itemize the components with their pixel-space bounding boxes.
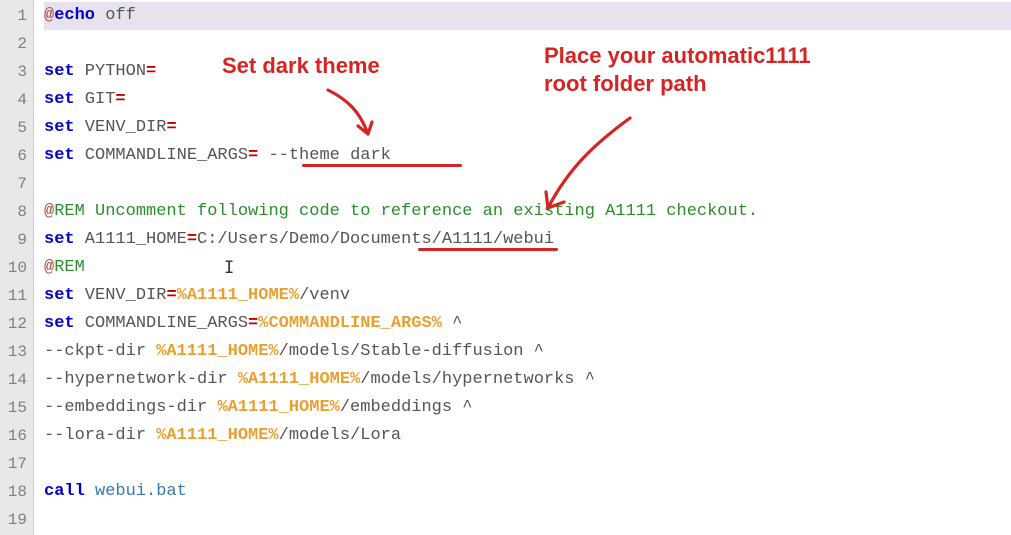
line-number: 1 [0, 2, 33, 30]
code-editor: 12345678910111213141516171819 @echo off … [0, 0, 1011, 535]
code-token: REM [54, 258, 85, 277]
code-token: C:/Users/Demo/Documents/A1111/webui [197, 230, 554, 249]
code-token: REM Uncomment following code to referenc… [54, 202, 758, 221]
code-line[interactable]: set COMMANDLINE_ARGS=%COMMANDLINE_ARGS% … [44, 310, 1011, 338]
line-number: 4 [0, 86, 33, 114]
code-line[interactable]: set COMMANDLINE_ARGS= --theme dark [44, 142, 1011, 170]
code-token: %A1111_HOME% [177, 286, 299, 305]
code-token: set [44, 62, 75, 81]
code-token: @ [44, 258, 54, 277]
code-token: VENV_DIR [75, 118, 167, 137]
line-number: 10 [0, 254, 33, 282]
code-token: %COMMANDLINE_ARGS% [258, 314, 442, 333]
code-token: --lora-dir [44, 426, 156, 445]
code-line[interactable]: --ckpt-dir %A1111_HOME%/models/Stable-di… [44, 338, 1011, 366]
code-line[interactable]: set PYTHON= [44, 58, 1011, 86]
code-token: set [44, 118, 75, 137]
code-token: VENV_DIR [75, 286, 167, 305]
code-token: off [95, 6, 136, 25]
code-token: @ [44, 6, 54, 25]
code-line[interactable] [44, 450, 1011, 478]
code-token: %A1111_HOME% [217, 398, 339, 417]
code-area[interactable]: @echo off set PYTHON=set GIT=set VENV_DI… [34, 0, 1011, 535]
line-number: 9 [0, 226, 33, 254]
line-number: 12 [0, 310, 33, 338]
code-token: = [115, 90, 125, 109]
code-line[interactable]: @REM Uncomment following code to referen… [44, 198, 1011, 226]
code-line[interactable]: --lora-dir %A1111_HOME%/models/Lora [44, 422, 1011, 450]
line-number-gutter: 12345678910111213141516171819 [0, 0, 34, 535]
code-line[interactable]: set VENV_DIR= [44, 114, 1011, 142]
line-number: 5 [0, 114, 33, 142]
code-line[interactable]: call webui.bat [44, 478, 1011, 506]
code-token: /models/Lora [279, 426, 401, 445]
code-line[interactable]: --embeddings-dir %A1111_HOME%/embeddings… [44, 394, 1011, 422]
code-token: = [146, 62, 156, 81]
code-line[interactable]: set VENV_DIR=%A1111_HOME%/venv [44, 282, 1011, 310]
code-token: set [44, 314, 75, 333]
code-token: = [248, 314, 258, 333]
line-number: 11 [0, 282, 33, 310]
line-number: 16 [0, 422, 33, 450]
line-number: 17 [0, 450, 33, 478]
code-line[interactable]: set GIT= [44, 86, 1011, 114]
code-line[interactable] [44, 30, 1011, 58]
code-token: set [44, 286, 75, 305]
code-token: COMMANDLINE_ARGS [75, 314, 248, 333]
code-token: --ckpt-dir [44, 342, 156, 361]
code-line[interactable]: @echo off [44, 2, 1011, 30]
line-number: 2 [0, 30, 33, 58]
code-token: /venv [299, 286, 350, 305]
code-token: /models/hypernetworks ^ [360, 370, 595, 389]
code-token: = [187, 230, 197, 249]
code-token: GIT [75, 90, 116, 109]
code-token: --embeddings-dir [44, 398, 217, 417]
line-number: 18 [0, 478, 33, 506]
code-token: A1111_HOME [75, 230, 187, 249]
line-number: 15 [0, 394, 33, 422]
code-token: = [248, 146, 258, 165]
code-token: set [44, 90, 75, 109]
code-token: echo [54, 6, 95, 25]
line-number: 3 [0, 58, 33, 86]
code-line[interactable] [44, 170, 1011, 198]
line-number: 13 [0, 338, 33, 366]
code-token: = [166, 118, 176, 137]
code-line[interactable]: @REM [44, 254, 1011, 282]
code-token: --theme dark [258, 146, 391, 165]
code-token: COMMANDLINE_ARGS [75, 146, 248, 165]
code-token: webui.bat [85, 482, 187, 501]
code-token: PYTHON [75, 62, 146, 81]
line-number: 19 [0, 506, 33, 534]
code-line[interactable] [44, 506, 1011, 534]
code-token: call [44, 482, 85, 501]
code-token: ^ [442, 314, 462, 333]
underline-a1111-webui [418, 248, 558, 251]
code-line[interactable]: --hypernetwork-dir %A1111_HOME%/models/h… [44, 366, 1011, 394]
code-token: %A1111_HOME% [156, 426, 278, 445]
code-token: @ [44, 202, 54, 221]
code-token: = [166, 286, 176, 305]
code-token: /models/Stable-diffusion ^ [279, 342, 544, 361]
text-cursor: I [224, 258, 234, 278]
line-number: 8 [0, 198, 33, 226]
line-number: 7 [0, 170, 33, 198]
code-token: set [44, 146, 75, 165]
code-token: /embeddings ^ [340, 398, 473, 417]
code-token: %A1111_HOME% [156, 342, 278, 361]
line-number: 6 [0, 142, 33, 170]
code-token: --hypernetwork-dir [44, 370, 238, 389]
line-number: 14 [0, 366, 33, 394]
code-token: set [44, 230, 75, 249]
underline-theme-dark [302, 164, 462, 167]
code-token: %A1111_HOME% [238, 370, 360, 389]
